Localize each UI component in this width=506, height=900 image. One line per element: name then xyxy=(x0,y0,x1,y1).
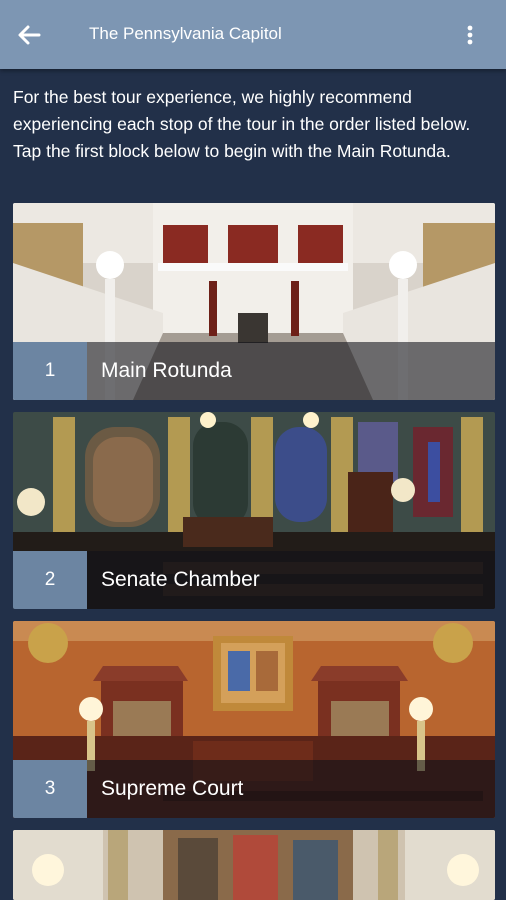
tour-stop-label: Senate Chamber xyxy=(87,551,495,609)
tour-stop-main-rotunda[interactable]: 1 Main Rotunda xyxy=(13,203,495,400)
tour-stop-next-card[interactable] xyxy=(13,830,495,900)
arrow-left-icon[interactable] xyxy=(14,20,44,50)
tour-stop-senate-chamber[interactable]: 2 Senate Chamber xyxy=(13,412,495,609)
tour-stop-label: Supreme Court xyxy=(87,760,495,818)
app-bar: The Pennsylvania Capitol xyxy=(0,0,506,69)
intro-text: For the best tour experience, we highly … xyxy=(13,87,471,161)
tour-stop-number: 1 xyxy=(13,342,87,400)
tour-stop-photo xyxy=(13,830,495,900)
more-vert-icon[interactable] xyxy=(458,20,482,50)
page-title: The Pennsylvania Capitol xyxy=(89,24,282,43)
tour-stop-supreme-court[interactable]: 3 Supreme Court xyxy=(13,621,495,818)
tour-stop-label: Main Rotunda xyxy=(87,342,495,400)
tour-stop-number: 3 xyxy=(13,760,87,818)
tour-stop-number: 2 xyxy=(13,551,87,609)
